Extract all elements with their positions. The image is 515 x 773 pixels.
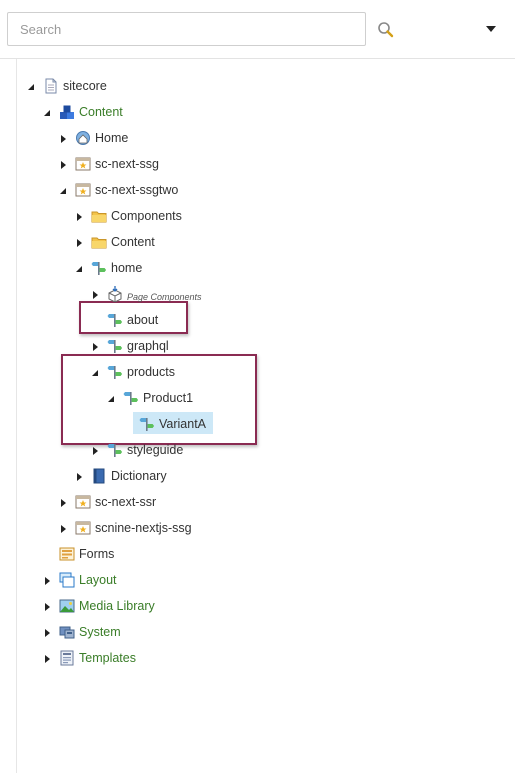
tree-label[interactable]: VariantA [159,416,206,432]
tree-label[interactable]: products [127,364,175,380]
tree-node-sc-next-ssg: sc-next-ssg [0,151,515,177]
route-icon [91,260,107,276]
content-tree: sitecore Content Home sc-next-ssg sc-nex… [0,73,515,671]
collapse-arrow-icon[interactable] [74,263,84,273]
tree-node-about: about [0,307,515,333]
collapse-arrow-icon[interactable] [90,367,100,377]
expand-arrow-icon[interactable] [90,341,100,351]
route-icon [107,364,123,380]
site-star-icon [75,520,91,536]
tree-label[interactable]: Content [111,234,155,250]
folder-icon [91,208,107,224]
page-icon [43,78,59,94]
site-star-icon [75,494,91,510]
collapse-arrow-icon[interactable] [26,81,36,91]
tree-label[interactable]: scnine-nextjs-ssg [95,520,192,536]
expand-arrow-icon[interactable] [58,159,68,169]
tree-node-home-route: home [0,255,515,281]
caret-down-icon[interactable] [482,20,500,38]
tree-label[interactable]: sc-next-ssg [95,156,159,172]
layout-icon [59,572,75,588]
tree-node-sitecore: sitecore [0,73,515,99]
tree-label[interactable]: graphql [127,338,169,354]
tree-node-styleguide: styleguide [0,437,515,463]
expand-arrow-icon[interactable] [42,575,52,585]
tree-node-sc-next-ssr: sc-next-ssr [0,489,515,515]
site-star-icon [75,182,91,198]
tree-node-media-library: Media Library [0,593,515,619]
tree-label[interactable]: sitecore [63,78,107,94]
tree-label[interactable]: Media Library [79,598,155,614]
tree-node-content: Content [0,99,515,125]
tree-label[interactable]: System [79,624,121,640]
tree-node-layout: Layout [0,567,515,593]
tree-label[interactable]: Layout [79,572,117,588]
tree-label[interactable]: Content [79,104,123,120]
tree-label[interactable]: about [127,312,158,328]
templates-icon [59,650,75,666]
expand-arrow-icon[interactable] [42,653,52,663]
expand-arrow-icon[interactable] [90,289,100,299]
form-icon [59,546,75,562]
image-icon [59,598,75,614]
route-icon [107,312,123,328]
book-icon [91,468,107,484]
system-icon [59,624,75,640]
tree-node-graphql: graphql [0,333,515,359]
route-icon [123,390,139,406]
tree-node-varianta: VariantA [0,411,515,437]
route-icon [107,338,123,354]
tree-node-templates: Templates [0,645,515,671]
folder-icon [91,234,107,250]
tree-label[interactable]: Home [95,130,128,146]
tree-label[interactable]: Forms [79,546,114,562]
expand-arrow-icon[interactable] [58,133,68,143]
tree-label[interactable]: styleguide [127,442,183,458]
tree-label[interactable]: Templates [79,650,136,666]
tree-node-page-components: Page Components [0,281,515,307]
expand-arrow-icon[interactable] [74,471,84,481]
tree-label[interactable]: Product1 [143,390,193,406]
cubes-icon [59,104,75,120]
collapse-arrow-icon[interactable] [42,107,52,117]
expand-arrow-icon[interactable] [74,211,84,221]
tree-label[interactable]: home [111,260,142,276]
tree-label[interactable]: Dictionary [111,468,167,484]
search-bar [0,0,515,59]
route-icon [107,442,123,458]
tree-node-components: Components [0,203,515,229]
tree-node-scnine-nextjs-ssg: scnine-nextjs-ssg [0,515,515,541]
expand-arrow-icon[interactable] [42,601,52,611]
expand-arrow-icon[interactable] [74,237,84,247]
expand-arrow-icon[interactable] [90,445,100,455]
tree-node-forms: Forms [0,541,515,567]
collapse-arrow-icon[interactable] [106,393,116,403]
expand-arrow-icon[interactable] [58,497,68,507]
route-icon [139,416,155,432]
tree-node-products: products [0,359,515,385]
download-box-icon [107,286,123,303]
globe-house-icon [75,130,91,146]
search-input[interactable] [7,12,366,46]
tree-node-home: Home [0,125,515,151]
collapse-arrow-icon[interactable] [58,185,68,195]
tree-label[interactable]: Components [111,208,182,224]
tree-node-content-folder: Content [0,229,515,255]
tree-label[interactable]: sc-next-ssgtwo [95,182,178,198]
tree-node-dictionary: Dictionary [0,463,515,489]
tree-label[interactable]: sc-next-ssr [95,494,156,510]
tree-node-system: System [0,619,515,645]
tree-node-product1: Product1 [0,385,515,411]
site-star-icon [75,156,91,172]
expand-arrow-icon[interactable] [42,627,52,637]
expand-arrow-icon[interactable] [58,523,68,533]
search-icon[interactable] [376,20,396,40]
tree-label[interactable]: Page Components [127,289,202,305]
tree-node-sc-next-ssgtwo: sc-next-ssgtwo [0,177,515,203]
